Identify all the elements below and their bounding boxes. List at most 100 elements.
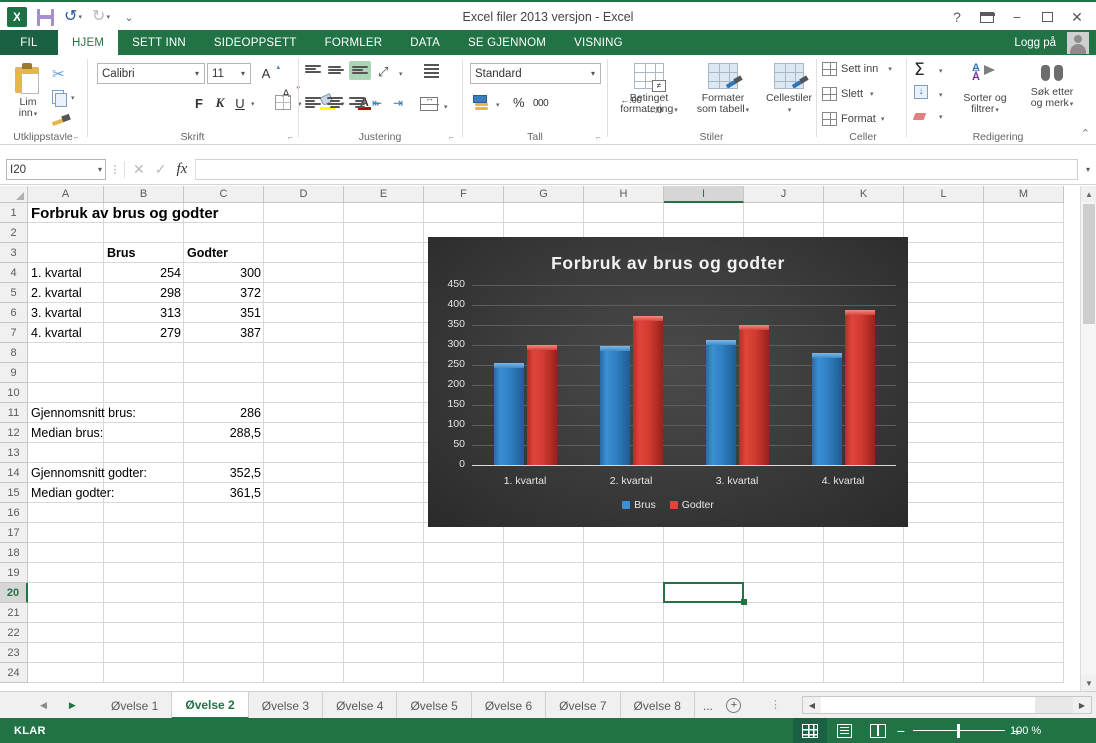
vertical-scrollbar[interactable]: ▲ ▼ xyxy=(1080,186,1096,691)
align-center-icon[interactable] xyxy=(327,97,343,108)
cancel-formula-icon[interactable]: ✕ xyxy=(133,161,145,178)
decrease-indent-icon[interactable]: ⇤ xyxy=(372,96,382,110)
merge-dropdown-icon[interactable]: ▾ xyxy=(443,100,448,112)
column-header-c[interactable]: C xyxy=(184,186,264,203)
row-header-15[interactable]: 15 xyxy=(0,483,28,503)
underline-dropdown-icon[interactable]: ▾ xyxy=(250,97,255,109)
insert-function-icon[interactable]: fx xyxy=(176,161,187,178)
zoom-slider[interactable]: − + xyxy=(895,718,1023,743)
insert-cells-button[interactable]: Sett inn ▾ xyxy=(822,62,892,76)
borders-icon[interactable] xyxy=(275,95,291,110)
normal-view-icon[interactable] xyxy=(793,718,827,743)
find-select-button[interactable]: Søk etter og merk▾ xyxy=(1020,63,1084,110)
cell-A7[interactable]: 4. kvartal xyxy=(28,323,104,343)
row-header-10[interactable]: 10 xyxy=(0,383,28,403)
row-header-19[interactable]: 19 xyxy=(0,563,28,583)
row-header-12[interactable]: 12 xyxy=(0,423,28,443)
column-header-i[interactable]: I xyxy=(664,186,744,203)
tab-visning[interactable]: VISNING xyxy=(560,30,637,55)
sheet-tab-5[interactable]: Øvelse 5 xyxy=(397,692,472,719)
formula-input[interactable] xyxy=(195,159,1078,180)
currency-dropdown-icon[interactable]: ▾ xyxy=(495,98,500,110)
number-format-combo[interactable]: Standard ▾ xyxy=(470,63,601,84)
sheet-tab-1[interactable]: Øvelse 1 xyxy=(98,692,173,719)
paste-button[interactable]: Lim inn▾ xyxy=(6,63,50,120)
page-break-preview-icon[interactable] xyxy=(861,718,895,743)
fill-down-icon[interactable]: ↓ xyxy=(914,85,928,99)
format-cells-button[interactable]: Format ▾ xyxy=(822,112,884,126)
cell-A12[interactable]: Median brus: xyxy=(28,423,104,443)
row-header-16[interactable]: 16 xyxy=(0,503,28,523)
cell-A5[interactable]: 2. kvartal xyxy=(28,283,104,303)
autosum-dropdown-icon[interactable]: ▾ xyxy=(938,64,943,76)
sheet-tab-4[interactable]: Øvelse 4 xyxy=(323,692,398,719)
wrap-text-icon[interactable] xyxy=(424,63,441,80)
scroll-up-icon[interactable]: ▲ xyxy=(1081,186,1096,202)
column-header-f[interactable]: F xyxy=(424,186,504,203)
bold-button[interactable]: F xyxy=(190,93,208,113)
cell-C11[interactable]: 286 xyxy=(184,403,264,423)
fill-handle[interactable] xyxy=(741,599,747,605)
zoom-out-icon[interactable]: − xyxy=(895,723,907,739)
number-dialog-launcher[interactable]: ⌐ xyxy=(596,133,605,142)
vertical-scroll-thumb[interactable] xyxy=(1083,204,1095,324)
cell-A4[interactable]: 1. kvartal xyxy=(28,263,104,283)
row-header-18[interactable]: 18 xyxy=(0,543,28,563)
add-sheet-button[interactable]: + xyxy=(721,692,747,719)
column-header-k[interactable]: K xyxy=(824,186,904,203)
cell-C14[interactable]: 352,5 xyxy=(184,463,264,483)
chart-bar-brus-1[interactable] xyxy=(493,363,524,465)
active-cell-selection[interactable] xyxy=(663,582,744,603)
chart-bar-godter-1[interactable] xyxy=(526,345,557,465)
cell-C4[interactable]: 300 xyxy=(184,263,264,283)
cell-styles-button[interactable]: Cellestiler ▾ xyxy=(761,63,817,116)
column-header-g[interactable]: G xyxy=(504,186,584,203)
currency-icon[interactable] xyxy=(473,95,490,110)
column-header-h[interactable]: H xyxy=(584,186,664,203)
eraser-icon[interactable] xyxy=(914,111,929,122)
chart-object[interactable]: Forbruk av brus og godter 0 50 100 150 200 25… xyxy=(428,237,908,527)
sheet-tab-7[interactable]: Øvelse 7 xyxy=(546,692,621,719)
cell-A11[interactable]: Gjennomsnitt brus: xyxy=(28,403,136,423)
autosum-icon[interactable]: Σ xyxy=(914,60,925,80)
alignment-dialog-launcher[interactable]: ⌐ xyxy=(449,133,458,142)
cell-B5[interactable]: 298 xyxy=(104,283,184,303)
comma-style-button[interactable]: 000 xyxy=(533,98,549,109)
increase-indent-icon[interactable]: ⇥ xyxy=(393,96,403,110)
maximize-icon[interactable] xyxy=(1032,4,1062,30)
close-icon[interactable]: ✕ xyxy=(1062,4,1092,30)
help-icon[interactable]: ? xyxy=(942,4,972,30)
sheet-tab-8[interactable]: Øvelse 8 xyxy=(620,692,695,719)
chart-bar-godter-3[interactable] xyxy=(738,324,769,465)
orientation-icon[interactable]: ⤢ xyxy=(378,64,388,80)
format-as-table-button[interactable]: Formater som tabell▾ xyxy=(687,63,759,116)
hscroll-right-icon[interactable]: ▶ xyxy=(1073,697,1091,713)
row-header-4[interactable]: 4 xyxy=(0,263,28,283)
name-box[interactable]: I20 ▾ xyxy=(6,159,106,180)
percent-style-button[interactable]: % xyxy=(513,95,525,110)
page-layout-icon[interactable] xyxy=(827,718,861,743)
column-header-e[interactable]: E xyxy=(344,186,424,203)
row-header-20[interactable]: 20 xyxy=(0,583,28,603)
align-bottom-icon[interactable] xyxy=(349,61,371,80)
merge-center-icon[interactable] xyxy=(420,93,439,111)
row-header-21[interactable]: 21 xyxy=(0,603,28,623)
cell-B6[interactable]: 313 xyxy=(104,303,184,323)
cell-A1[interactable]: Forbruk av brus og godter xyxy=(28,203,219,223)
zoom-track[interactable] xyxy=(913,723,1005,738)
sheet-tab-2[interactable]: Øvelse 2 xyxy=(172,692,249,719)
horizontal-scroll-thumb[interactable] xyxy=(1035,697,1073,713)
column-header-d[interactable]: D xyxy=(264,186,344,203)
row-header-23[interactable]: 23 xyxy=(0,643,28,663)
row-header-1[interactable]: 1 xyxy=(0,203,28,223)
align-left-icon[interactable] xyxy=(305,97,321,108)
column-header-j[interactable]: J xyxy=(744,186,824,203)
chart-bar-brus-4[interactable] xyxy=(811,353,842,465)
tab-formler[interactable]: FORMLER xyxy=(311,30,397,55)
cell-B4[interactable]: 254 xyxy=(104,263,184,283)
cell-B3[interactable]: Brus xyxy=(104,243,184,263)
font-dialog-launcher[interactable]: ⌐ xyxy=(288,133,297,142)
cell-B7[interactable]: 279 xyxy=(104,323,184,343)
cell-A15[interactable]: Median godter: xyxy=(28,483,114,503)
hscroll-left-icon[interactable]: ◀ xyxy=(803,697,821,713)
